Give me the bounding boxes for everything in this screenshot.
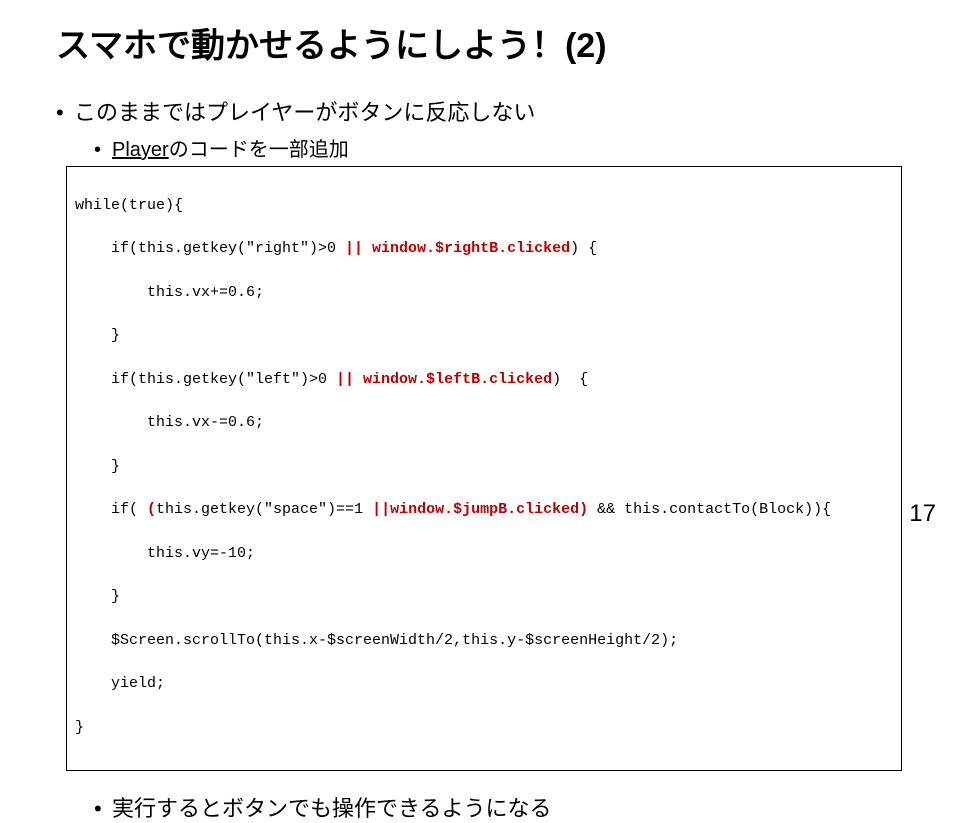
code-text: && this.contactTo(Block)){ [588,501,831,518]
slide: スマホで動かせるようにしよう！(2) •このままではプレイヤーがボタンに反応しな… [0,0,960,540]
code-text: $Screen.scrollTo(this.x-$screenWidth/2,t… [75,632,678,649]
bullet-level2: •Playerのコードを一部追加 [56,133,904,162]
code-text: } [75,588,120,605]
code-line: $Screen.scrollTo(this.x-$screenWidth/2,t… [75,630,893,652]
code-line: yield; [75,673,893,695]
bullet-level1: •このままではプレイヤーがボタンに反応しない [56,95,904,127]
code-text: if(this.getkey("left")>0 [75,371,336,388]
bullet2-underlined: Player [112,139,169,161]
code-line: this.vy=-10; [75,543,893,565]
bullet-dot: • [56,100,74,126]
code-text: ) { [570,240,597,257]
bullet3-text: 実行するとボタンでも操作できるようになる [112,796,552,821]
code-line: this.vx-=0.6; [75,412,893,434]
code-text: this.vy=-10; [75,545,255,562]
code-line: while(true){ [75,195,893,217]
page-number: 17 [909,500,936,528]
code-text: yield; [75,675,165,692]
bullet-dot: • [94,139,112,162]
code-text: if(this.getkey("right")>0 [75,240,345,257]
bullet-dot: • [94,796,112,822]
code-line: } [75,717,893,739]
slide-title: スマホで動かせるようにしよう！(2) [56,18,904,67]
code-highlight: ( [147,501,156,518]
code-text: this.vx+=0.6; [75,284,264,301]
bullet1-text: このままではプレイヤーがボタンに反応しない [74,100,535,125]
code-line: } [75,325,893,347]
code-text: } [75,719,84,736]
code-line: if(this.getkey("right")>0 || window.$rig… [75,238,893,260]
code-line: if(this.getkey("left")>0 || window.$left… [75,369,893,391]
code-highlight: || window.$rightB.clicked [345,240,570,257]
code-text: } [75,327,120,344]
code-text: ) { [552,371,588,388]
code-highlight: || window.$leftB.clicked [336,371,552,388]
code-line: } [75,586,893,608]
bullet-level2-after: •実行するとボタンでも操作できるようになる [56,791,904,823]
code-block: while(true){ if(this.getkey("right")>0 |… [66,166,902,771]
code-line: } [75,456,893,478]
code-text: while(true){ [75,197,183,214]
code-highlight: ||window.$jumpB.clicked) [372,501,588,518]
code-text: this.vx-=0.6; [75,414,264,431]
code-text: } [75,458,120,475]
bullet2-text: のコードを一部追加 [169,139,349,161]
code-text: this.getkey("space")==1 [156,501,372,518]
code-line: if( (this.getkey("space")==1 ||window.$j… [75,499,893,521]
code-text: if( [75,501,147,518]
code-line: this.vx+=0.6; [75,282,893,304]
